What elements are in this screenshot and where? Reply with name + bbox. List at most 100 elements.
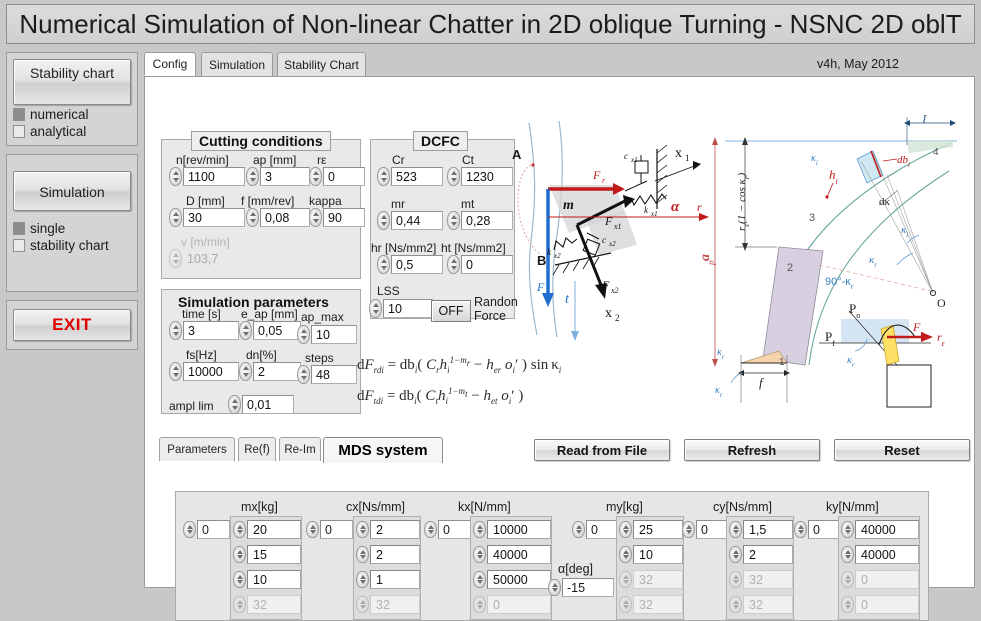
random-force-toggle[interactable]: OFF — [431, 300, 471, 322]
input-d-mm[interactable]: 30 — [183, 208, 245, 227]
field-mr[interactable]: 0,44 — [377, 211, 443, 230]
cell-ky-2[interactable]: 0 — [841, 570, 919, 589]
spinner-kx-3[interactable] — [473, 596, 486, 613]
field-n-rev-min[interactable]: 1100 — [169, 167, 245, 186]
spinner-cx-2[interactable] — [356, 571, 369, 588]
cell-cy-3[interactable]: 32 — [729, 595, 793, 614]
input-cx-0[interactable]: 2 — [370, 520, 420, 539]
tab-config[interactable]: Config — [144, 52, 196, 76]
refresh-button[interactable]: Refresh — [684, 439, 820, 461]
input-cy-1[interactable]: 2 — [743, 545, 793, 564]
spinner-steps[interactable] — [297, 365, 310, 384]
spinner-index-cy[interactable] — [682, 521, 695, 538]
input-cr[interactable]: 523 — [391, 167, 443, 186]
spinner-e-ap[interactable] — [239, 321, 252, 340]
input-alpha-deg[interactable]: -15 — [562, 578, 614, 597]
field-e-ap[interactable]: 0,05 — [239, 321, 301, 340]
spinner-kx-0[interactable] — [473, 521, 486, 538]
input-my-3[interactable]: 32 — [633, 595, 683, 614]
subtab-parameters[interactable]: Parameters — [159, 437, 235, 461]
spinner-cy-3[interactable] — [729, 596, 742, 613]
spinner-mx-1[interactable] — [233, 546, 246, 563]
input-dn[interactable]: 2 — [253, 362, 301, 381]
input-kappa[interactable]: 90 — [323, 208, 365, 227]
spinner-fs[interactable] — [169, 362, 182, 381]
input-ap-mm[interactable]: 3 — [260, 167, 310, 186]
input-mx-2[interactable]: 10 — [247, 570, 301, 589]
spinner-cy-2[interactable] — [729, 571, 742, 588]
field-steps[interactable]: 48 — [297, 365, 357, 384]
index-field-kx[interactable]: 0 — [424, 520, 471, 539]
field-ct[interactable]: 1230 — [447, 167, 513, 186]
spinner-kx-1[interactable] — [473, 546, 486, 563]
subtab-mds-system[interactable]: MDS system — [323, 437, 443, 463]
cell-my-3[interactable]: 32 — [619, 595, 683, 614]
field-ap-max[interactable]: 10 — [297, 325, 357, 344]
input-ky-0[interactable]: 40000 — [855, 520, 919, 539]
input-time[interactable]: 3 — [183, 321, 239, 340]
cell-my-0[interactable]: 25 — [619, 520, 683, 539]
input-cx-3[interactable]: 32 — [370, 595, 420, 614]
spinner-lss[interactable] — [369, 299, 382, 318]
cell-my-1[interactable]: 10 — [619, 545, 683, 564]
cell-kx-3[interactable]: 0 — [473, 595, 551, 614]
cell-cx-3[interactable]: 32 — [356, 595, 420, 614]
input-kx-1[interactable]: 40000 — [487, 545, 551, 564]
field-mt[interactable]: 0,28 — [447, 211, 513, 230]
cell-kx-0[interactable]: 10000 — [473, 520, 551, 539]
input-cy-3[interactable]: 32 — [743, 595, 793, 614]
input-ampl-lim[interactable]: 0,01 — [242, 395, 294, 414]
field-d-mm[interactable]: 30 — [169, 208, 245, 227]
input-mx-3[interactable]: 32 — [247, 595, 301, 614]
input-ky-1[interactable]: 40000 — [855, 545, 919, 564]
index-field-cy[interactable]: 0 — [682, 520, 729, 539]
spinner-my-0[interactable] — [619, 521, 632, 538]
field-time[interactable]: 3 — [169, 321, 239, 340]
spinner-cx-0[interactable] — [356, 521, 369, 538]
cell-mx-0[interactable]: 20 — [233, 520, 301, 539]
spinner-index-my[interactable] — [572, 521, 585, 538]
input-index-ky[interactable]: 0 — [808, 520, 841, 539]
spinner-mx-3[interactable] — [233, 596, 246, 613]
field-hr[interactable]: 0,5 — [377, 255, 443, 274]
input-hr[interactable]: 0,5 — [391, 255, 443, 274]
cell-mx-3[interactable]: 32 — [233, 595, 301, 614]
spinner-ampl-lim[interactable] — [228, 395, 241, 414]
input-kx-3[interactable]: 0 — [487, 595, 551, 614]
input-index-kx[interactable]: 0 — [438, 520, 471, 539]
input-ct[interactable]: 1230 — [461, 167, 513, 186]
input-f-mm-rev[interactable]: 0,08 — [260, 208, 310, 227]
input-index-my[interactable]: 0 — [586, 520, 619, 539]
field-ht[interactable]: 0 — [447, 255, 513, 274]
field-cr[interactable]: 523 — [377, 167, 443, 186]
radio-single[interactable]: single — [13, 221, 131, 236]
spinner-ky-3[interactable] — [841, 596, 854, 613]
field-alpha-deg[interactable]: -15 — [548, 578, 614, 597]
radio-indicator-numerical[interactable] — [13, 108, 25, 121]
input-kx-2[interactable]: 50000 — [487, 570, 551, 589]
input-ky-2[interactable]: 0 — [855, 570, 919, 589]
field-ap-mm[interactable]: 3 — [246, 167, 310, 186]
cell-kx-2[interactable]: 50000 — [473, 570, 551, 589]
spinner-alpha-deg[interactable] — [548, 579, 561, 596]
input-steps[interactable]: 48 — [311, 365, 357, 384]
spinner-ky-0[interactable] — [841, 521, 854, 538]
simulation-button[interactable]: Simulation — [13, 171, 131, 211]
index-field-mx[interactable]: 0 — [183, 520, 230, 539]
tab-stability-chart[interactable]: Stability Chart — [277, 52, 366, 76]
field-r-epsilon[interactable]: 0 — [309, 167, 365, 186]
spinner-ky-1[interactable] — [841, 546, 854, 563]
index-field-my[interactable]: 0 — [572, 520, 619, 539]
spinner-my-3[interactable] — [619, 596, 632, 613]
input-mx-0[interactable]: 20 — [247, 520, 301, 539]
input-index-mx[interactable]: 0 — [197, 520, 230, 539]
cell-ky-1[interactable]: 40000 — [841, 545, 919, 564]
spinner-cr[interactable] — [377, 167, 390, 186]
cell-my-2[interactable]: 32 — [619, 570, 683, 589]
cell-kx-1[interactable]: 40000 — [473, 545, 551, 564]
radio-analytical[interactable]: analytical — [13, 124, 131, 139]
spinner-mt[interactable] — [447, 211, 460, 230]
spinner-ap-mm[interactable] — [246, 167, 259, 186]
spinner-index-cx[interactable] — [306, 521, 319, 538]
spinner-n-rev-min[interactable] — [169, 167, 182, 186]
